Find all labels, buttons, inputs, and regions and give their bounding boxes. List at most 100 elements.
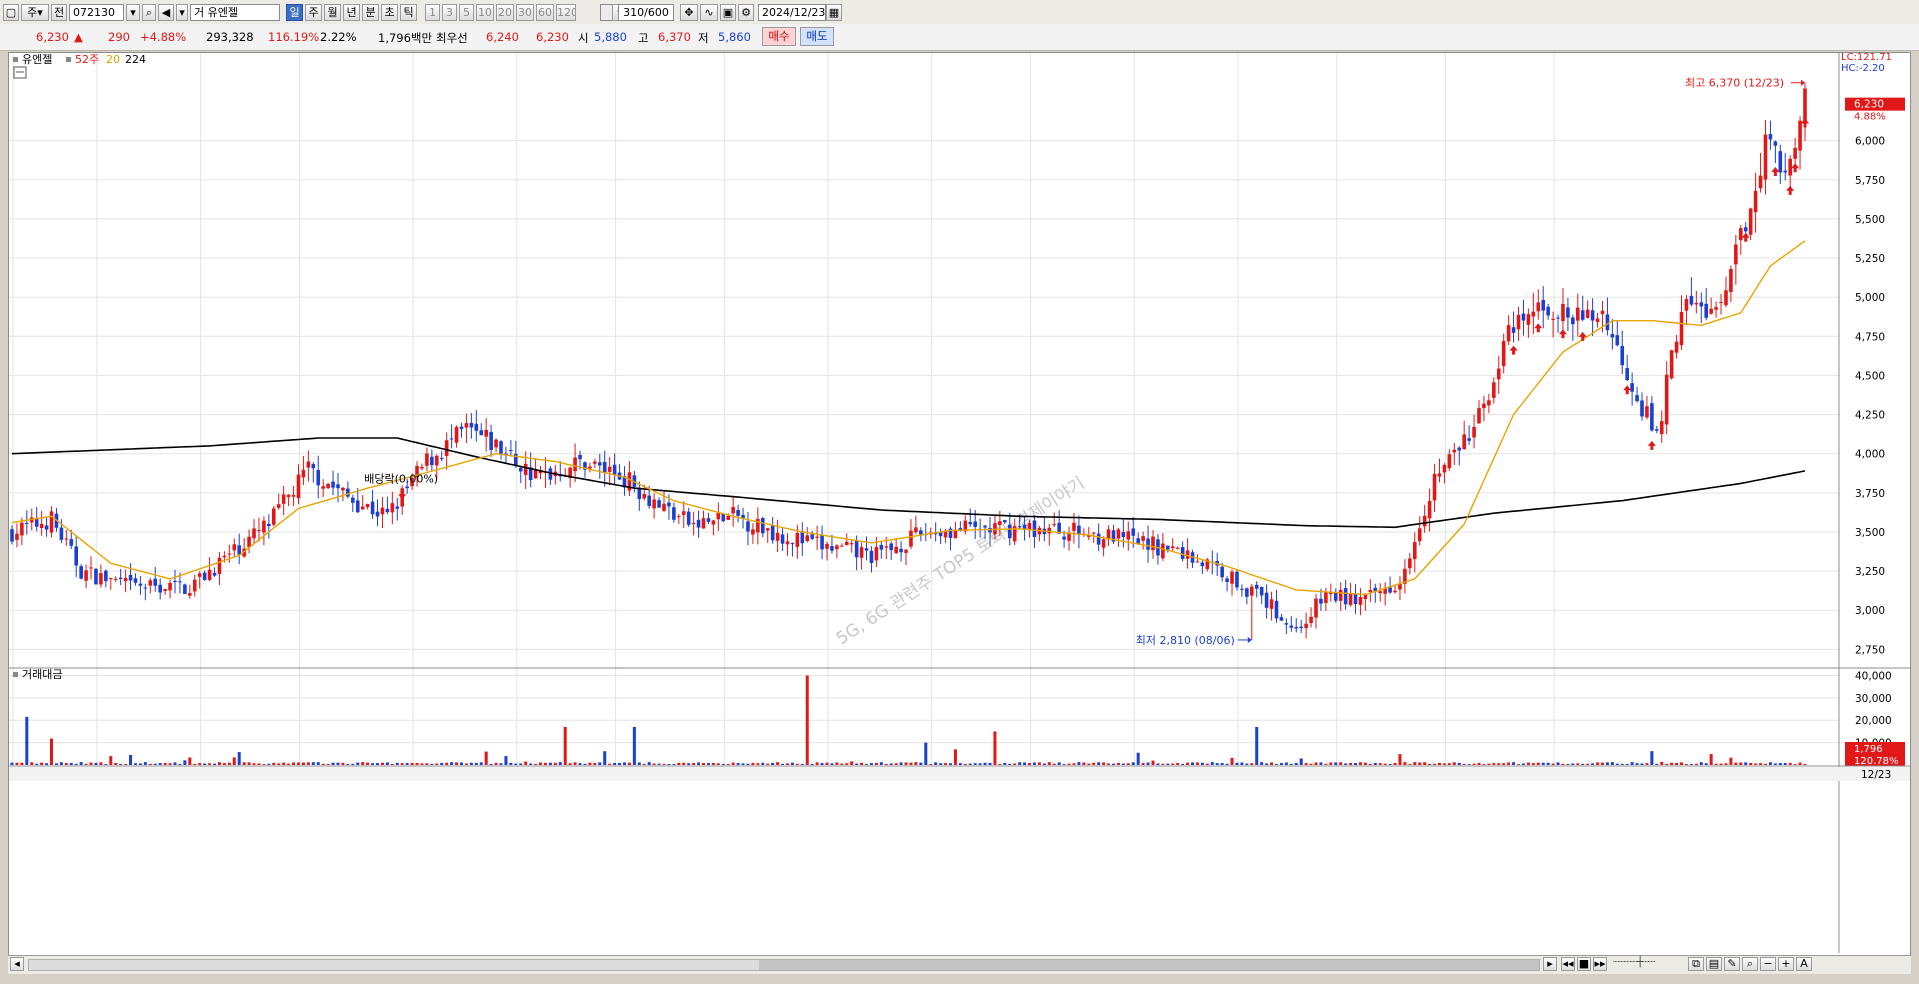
period-button-1[interactable]: 주 xyxy=(305,4,322,21)
volume-bar xyxy=(1309,763,1313,765)
tool-icon[interactable]: ✎ xyxy=(1724,957,1740,971)
market-select[interactable]: 주▾ xyxy=(21,4,49,21)
period-button-6[interactable]: 틱 xyxy=(400,4,417,21)
volume-bar xyxy=(301,762,305,765)
volume-bar xyxy=(1744,762,1748,765)
candle-body xyxy=(25,522,29,524)
candle-body xyxy=(1580,310,1585,320)
interval-button-3[interactable]: 3 xyxy=(442,4,457,21)
play-icon[interactable]: ▸▸ xyxy=(1593,957,1607,971)
volume-bar xyxy=(657,763,661,765)
rewind-icon[interactable]: ◂◂ xyxy=(1561,957,1575,971)
legend-ma-52w[interactable]: 52주 xyxy=(75,53,99,66)
stock-chart[interactable]: 5G, 6G 관련주 TOP5 토퇴는경제이야기 2,7503,0003,250… xyxy=(9,52,1910,973)
volume-bar xyxy=(1072,763,1076,765)
candle-body xyxy=(1091,532,1096,534)
count-field[interactable]: 310/600 xyxy=(618,4,674,21)
scroll-left-icon[interactable]: ◂ xyxy=(10,957,24,971)
interval-button-120[interactable]: 120 xyxy=(556,4,576,21)
period-button-0[interactable]: 일 xyxy=(286,4,303,21)
scroll-right-icon[interactable]: ▸ xyxy=(1543,957,1557,971)
gear-icon[interactable]: ⚙ xyxy=(738,4,754,21)
volume-bar xyxy=(1512,762,1516,765)
high-pointer-head xyxy=(1801,79,1805,86)
volume-bar xyxy=(208,763,212,765)
period-button-3[interactable]: 년 xyxy=(343,4,360,21)
volume-bar xyxy=(608,763,612,765)
minus-icon[interactable]: − xyxy=(1760,957,1776,971)
candle-body xyxy=(1052,524,1057,526)
legend-stock-name[interactable]: 유엔젤 xyxy=(22,53,52,66)
volume-bar xyxy=(69,762,73,765)
legend-ma-20[interactable]: 20 xyxy=(106,53,120,66)
scroll-track[interactable] xyxy=(28,959,1540,971)
plus-icon[interactable]: + xyxy=(1778,957,1794,971)
save-icon[interactable]: ▣ xyxy=(720,4,736,21)
stop-icon[interactable]: ■ xyxy=(1577,957,1591,971)
interval-button-10[interactable]: 10 xyxy=(476,4,494,21)
volume-bar xyxy=(1665,763,1669,765)
candle-body xyxy=(316,469,321,486)
legend-ma-224[interactable]: 224 xyxy=(125,53,146,66)
chart-icon[interactable]: ▤ xyxy=(1706,957,1722,971)
volume-bar xyxy=(50,738,54,765)
volume-bar xyxy=(1418,762,1422,765)
candle-body xyxy=(588,466,592,469)
candle-body xyxy=(1225,578,1229,582)
buy-signal-arrow xyxy=(1741,232,1750,242)
date-field[interactable]: 2024/12/23 xyxy=(758,4,826,21)
volume-bar xyxy=(1388,764,1392,765)
search-icon[interactable]: ⌕ xyxy=(142,4,156,21)
interval-button-20[interactable]: 20 xyxy=(496,4,514,21)
volume-bar xyxy=(988,762,992,765)
sell-button[interactable]: 매도 xyxy=(800,27,834,46)
candle-body xyxy=(647,495,651,507)
legend-marker xyxy=(66,57,71,62)
buy-signal-arrow xyxy=(1578,331,1587,341)
stock-name-field[interactable]: 거 유엔젤 xyxy=(190,4,280,21)
candle-body xyxy=(1630,383,1634,392)
volume-bar xyxy=(1684,764,1688,765)
period-button-2[interactable]: 월 xyxy=(324,4,341,21)
candle-body xyxy=(232,544,237,551)
magnifier-icon[interactable]: ⌕ xyxy=(1742,957,1758,971)
volume-bar xyxy=(1131,762,1135,765)
code-type-button[interactable]: 전 xyxy=(51,4,67,21)
period-button-5[interactable]: 초 xyxy=(381,4,398,21)
calendar-icon[interactable]: ▦ xyxy=(826,4,842,21)
line-tool-icon[interactable]: ∿ xyxy=(700,4,718,21)
volume-bar xyxy=(855,763,859,765)
speaker-icon[interactable]: ◀ xyxy=(158,4,174,21)
window-icon[interactable]: ▢ xyxy=(3,4,19,21)
volume-pct-tag-text: 120.78% xyxy=(1854,756,1899,767)
volume-bar xyxy=(277,763,281,765)
candle-body xyxy=(1393,590,1397,593)
buy-signal-arrow xyxy=(1623,385,1632,395)
candle-body xyxy=(454,426,459,443)
volume-bar xyxy=(647,762,651,765)
copy-icon[interactable]: ⧉ xyxy=(1688,957,1704,971)
interval-button-30[interactable]: 30 xyxy=(516,4,534,21)
text-size-icon[interactable]: A xyxy=(1796,957,1812,971)
volume-panel-title[interactable]: 거래대금 xyxy=(22,668,62,681)
crosshair-icon[interactable]: ✥ xyxy=(680,4,698,21)
volume-bar xyxy=(726,764,730,765)
volume-bar xyxy=(860,762,864,765)
scroll-bar[interactable]: ◂ ▸ ◂◂ ■ ▸▸ ┈┈┈┈┼┈┈ ⧉ ▤ ✎ ⌕ − + A xyxy=(8,955,1911,974)
interval-button-5[interactable]: 5 xyxy=(459,4,474,21)
candle-body xyxy=(1788,158,1792,176)
scroll-thumb[interactable] xyxy=(759,960,1539,970)
zoom-slider[interactable]: ┈┈┈┈┼┈┈ xyxy=(1613,957,1683,971)
buy-button[interactable]: 매수 xyxy=(762,27,796,46)
interval-button-60[interactable]: 60 xyxy=(536,4,554,21)
candle-body xyxy=(844,541,849,546)
volume-bar xyxy=(376,763,380,765)
candle-body xyxy=(726,515,731,520)
chart-area[interactable]: 5G, 6G 관련주 TOP5 토퇴는경제이야기 2,750 3,000 3,250… xyxy=(8,52,1911,974)
interval-button-1[interactable]: 1 xyxy=(425,4,440,21)
stock-code-input[interactable]: 072130 xyxy=(69,4,124,21)
speaker-dropdown-icon[interactable]: ▾ xyxy=(176,4,188,21)
code-dropdown-icon[interactable]: ▾ xyxy=(126,4,140,21)
volume-bar xyxy=(563,726,567,765)
period-button-4[interactable]: 분 xyxy=(362,4,379,21)
